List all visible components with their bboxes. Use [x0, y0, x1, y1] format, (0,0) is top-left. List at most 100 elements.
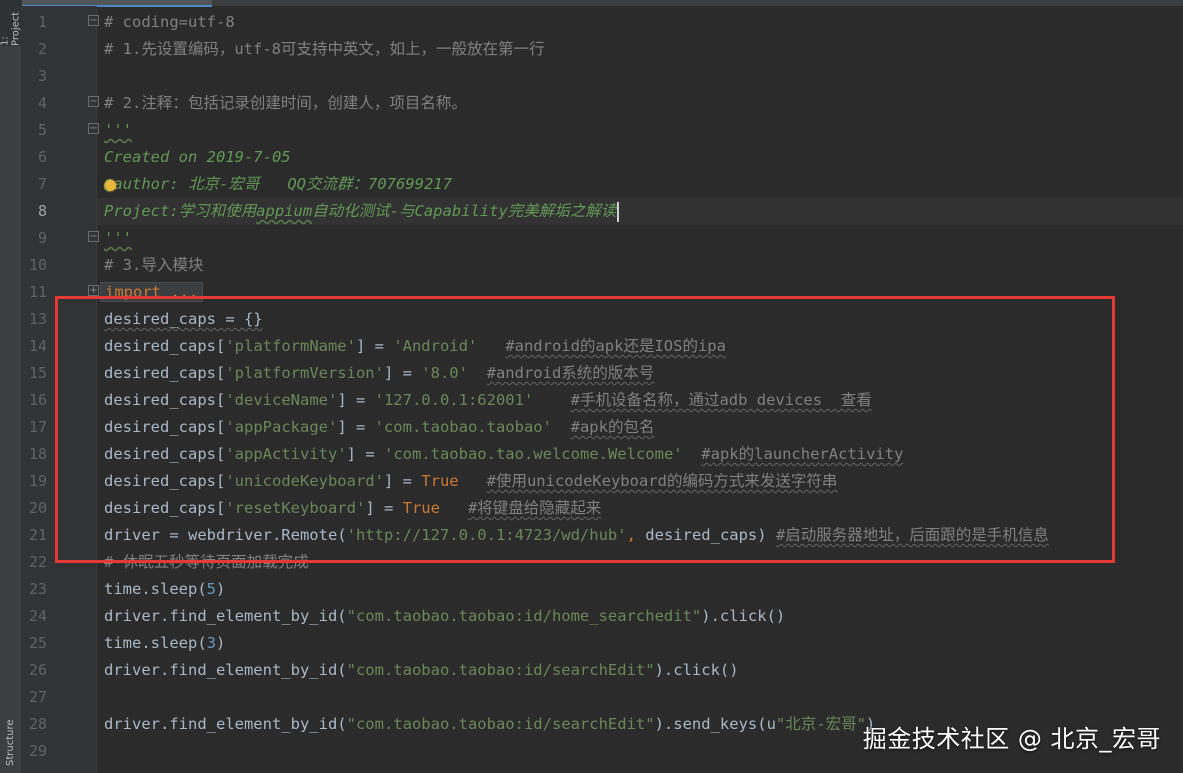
code-token-plain: ] =: [337, 391, 375, 409]
structure-tool-tab[interactable]: Structure: [0, 712, 21, 773]
code-line[interactable]: time.sleep(3): [104, 630, 225, 657]
gutter-row[interactable]: 22: [22, 549, 96, 576]
code-token-doc: Project:学习和使用: [104, 202, 257, 220]
code-token-plain: ] =: [337, 418, 375, 436]
code-token-kw: ,: [626, 526, 636, 544]
line-number: 7: [37, 175, 47, 193]
gutter-row[interactable]: 18: [22, 441, 96, 468]
intention-bulb-icon[interactable]: [105, 180, 116, 191]
gutter-row[interactable]: 24: [22, 603, 96, 630]
gutter-row[interactable]: 2: [22, 36, 96, 63]
code-token-kw: True: [421, 472, 459, 490]
gutter-row[interactable]: 3: [22, 63, 96, 90]
line-number: 25: [28, 634, 47, 652]
code-token-doc: ''': [104, 229, 132, 247]
gutter-row[interactable]: 23: [22, 576, 96, 603]
code-token-plain: ).click(): [701, 607, 786, 625]
code-line[interactable]: Created on 2019-7-05: [104, 144, 291, 171]
code-token-plain: ] =: [355, 337, 394, 355]
code-line[interactable]: driver.find_element_by_id("com.taobao.ta…: [104, 657, 739, 684]
code-editor[interactable]: # coding=utf-8 # 1.先设置编码，utf-8可支持中英文，如上，一…: [97, 6, 1183, 773]
code-token-plain: ).click(): [654, 661, 739, 679]
gutter-row[interactable]: 21: [22, 522, 96, 549]
code-token-str: "com.taobao.taobao:id/searchEdit": [346, 715, 655, 733]
code-token-plain: ): [216, 634, 226, 652]
code-line[interactable]: driver.find_element_by_id("com.taobao.ta…: [104, 711, 875, 738]
code-line[interactable]: ''': [104, 225, 132, 252]
code-token-str: '8.0': [421, 364, 468, 382]
code-token-comment: # 3.导入模块: [104, 256, 204, 274]
text-caret: [617, 201, 620, 222]
code-line[interactable]: desired_caps['unicodeKeyboard'] = True #…: [104, 468, 837, 495]
gutter-row[interactable]: 9−: [22, 225, 99, 252]
code-token-plain: ] =: [346, 445, 384, 463]
code-token-doc: 自动化测试-与Capability完美解垢之解读: [312, 202, 617, 220]
code-line[interactable]: driver = webdriver.Remote('http://127.0.…: [104, 522, 1049, 549]
code-line[interactable]: # 休眠五秒等待页面加载完成: [104, 549, 309, 576]
gutter-row[interactable]: 19: [22, 468, 96, 495]
code-line[interactable]: # 1.先设置编码，utf-8可支持中英文，如上，一般放在第一行: [104, 36, 545, 63]
code-token-comment: #apk的包名: [570, 418, 655, 436]
gutter-row[interactable]: 11 +: [22, 279, 99, 306]
gutter-row[interactable]: 27: [22, 684, 96, 711]
code-line[interactable]: import ...: [100, 279, 204, 306]
line-number: 11: [28, 283, 47, 301]
code-line[interactable]: desired_caps['appActivity'] = 'com.taoba…: [104, 441, 903, 468]
gutter-row[interactable]: 10: [22, 252, 96, 279]
gutter-row[interactable]: 7: [22, 171, 96, 198]
code-line[interactable]: desired_caps['platformName'] = 'Android'…: [104, 333, 726, 360]
code-line[interactable]: # 3.导入模块: [104, 252, 203, 279]
line-number: 6: [37, 148, 47, 166]
code-line[interactable]: desired_caps['appPackage'] = 'com.taobao…: [104, 414, 654, 441]
gutter-row[interactable]: 26: [22, 657, 96, 684]
line-number-gutter[interactable]: 1−2 3 4−5−6 7 8 9−10 11 +13 14 15 16 17 18 19 20 21 22 23…: [22, 6, 99, 773]
code-line[interactable]: @author: 北京-宏哥 QQ交流群：707699217: [104, 171, 452, 198]
gutter-row[interactable]: 16: [22, 387, 96, 414]
gutter-row[interactable]: 1−: [22, 9, 99, 36]
line-number: 2: [37, 40, 47, 58]
gutter-row[interactable]: 20: [22, 495, 96, 522]
gutter-row[interactable]: 6: [22, 144, 96, 171]
gutter-row[interactable]: 28: [22, 711, 96, 738]
code-token-str: 'platformVersion': [225, 364, 384, 382]
line-number: 5: [37, 121, 47, 139]
gutter-row[interactable]: 4−: [22, 90, 99, 117]
code-token-comment: #将键盘给隐藏起来: [467, 499, 602, 517]
code-line[interactable]: # 2.注释：包括记录创建时间，创建人，项目名称。: [104, 90, 467, 117]
code-line[interactable]: desired_caps['deviceName'] = '127.0.0.1:…: [104, 387, 872, 414]
gutter-row[interactable]: 5−: [22, 117, 99, 144]
ide-window: 1: Project Structure 1−2 3 4−5−6 7 8 9−10 11 +1…: [0, 0, 1183, 773]
gutter-row[interactable]: 8: [22, 198, 96, 225]
gutter-row[interactable]: 14: [22, 333, 96, 360]
gutter-row[interactable]: 17: [22, 414, 96, 441]
line-number: 8: [37, 202, 47, 220]
gutter-row[interactable]: 13: [22, 306, 96, 333]
line-number: 22: [28, 553, 47, 571]
code-token-plain: driver.find_element_by_id(: [104, 715, 347, 733]
code-line[interactable]: desired_caps = {}: [104, 306, 263, 333]
code-token-str: 'com.taobao.tao.welcome.Welcome': [383, 445, 683, 463]
gutter-row[interactable]: 25: [22, 630, 96, 657]
code-token-comment: #apk的launcherActivity: [701, 445, 904, 463]
gutter-row[interactable]: 15: [22, 360, 96, 387]
code-token-doc: Created on 2019-7-05: [104, 148, 291, 166]
project-tool-tab[interactable]: 1: Project: [0, 0, 22, 46]
code-token-str: 'com.taobao.taobao': [374, 418, 552, 436]
code-line[interactable]: Project:学习和使用appium自动化测试-与Capability完美解垢…: [104, 198, 620, 225]
line-number: 26: [28, 661, 47, 679]
code-token-plain: ] =: [383, 364, 422, 382]
code-line[interactable]: ''': [104, 117, 132, 144]
collapsed-import-block[interactable]: import ...: [100, 282, 204, 302]
code-token-str: 'resetKeyboard': [225, 499, 366, 517]
code-line[interactable]: time.sleep(5): [104, 576, 225, 603]
line-number: 28: [28, 715, 47, 733]
gutter-row[interactable]: 29: [22, 738, 96, 765]
code-line[interactable]: desired_caps['resetKeyboard'] = True #将键…: [104, 495, 601, 522]
code-line[interactable]: driver.find_element_by_id("com.taobao.ta…: [104, 603, 785, 630]
code-line[interactable]: # coding=utf-8: [104, 9, 235, 36]
code-token-str: 'Android': [393, 337, 478, 355]
code-line[interactable]: desired_caps['platformVersion'] = '8.0' …: [104, 360, 654, 387]
